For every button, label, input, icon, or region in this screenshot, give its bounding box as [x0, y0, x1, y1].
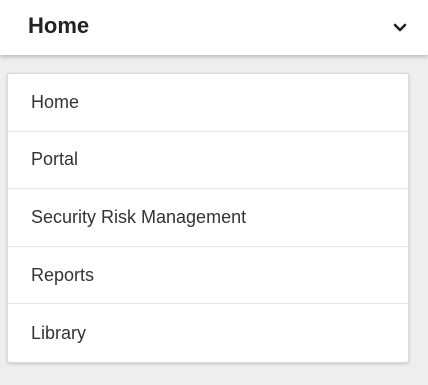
nav-dropdown-header[interactable]: Home	[0, 0, 428, 55]
menu-item-library[interactable]: Library	[8, 304, 408, 362]
current-page-title: Home	[28, 12, 90, 38]
menu-item-home[interactable]: Home	[8, 74, 408, 132]
menu-item-security-risk-management[interactable]: Security Risk Management	[8, 189, 408, 247]
page: Home Home Portal Security Risk Managemen…	[0, 0, 428, 385]
nav-dropdown-menu: Home Portal Security Risk Management Rep…	[7, 73, 409, 363]
menu-item-portal[interactable]: Portal	[8, 132, 408, 190]
chevron-down-icon[interactable]	[380, 8, 420, 48]
menu-item-reports[interactable]: Reports	[8, 247, 408, 305]
